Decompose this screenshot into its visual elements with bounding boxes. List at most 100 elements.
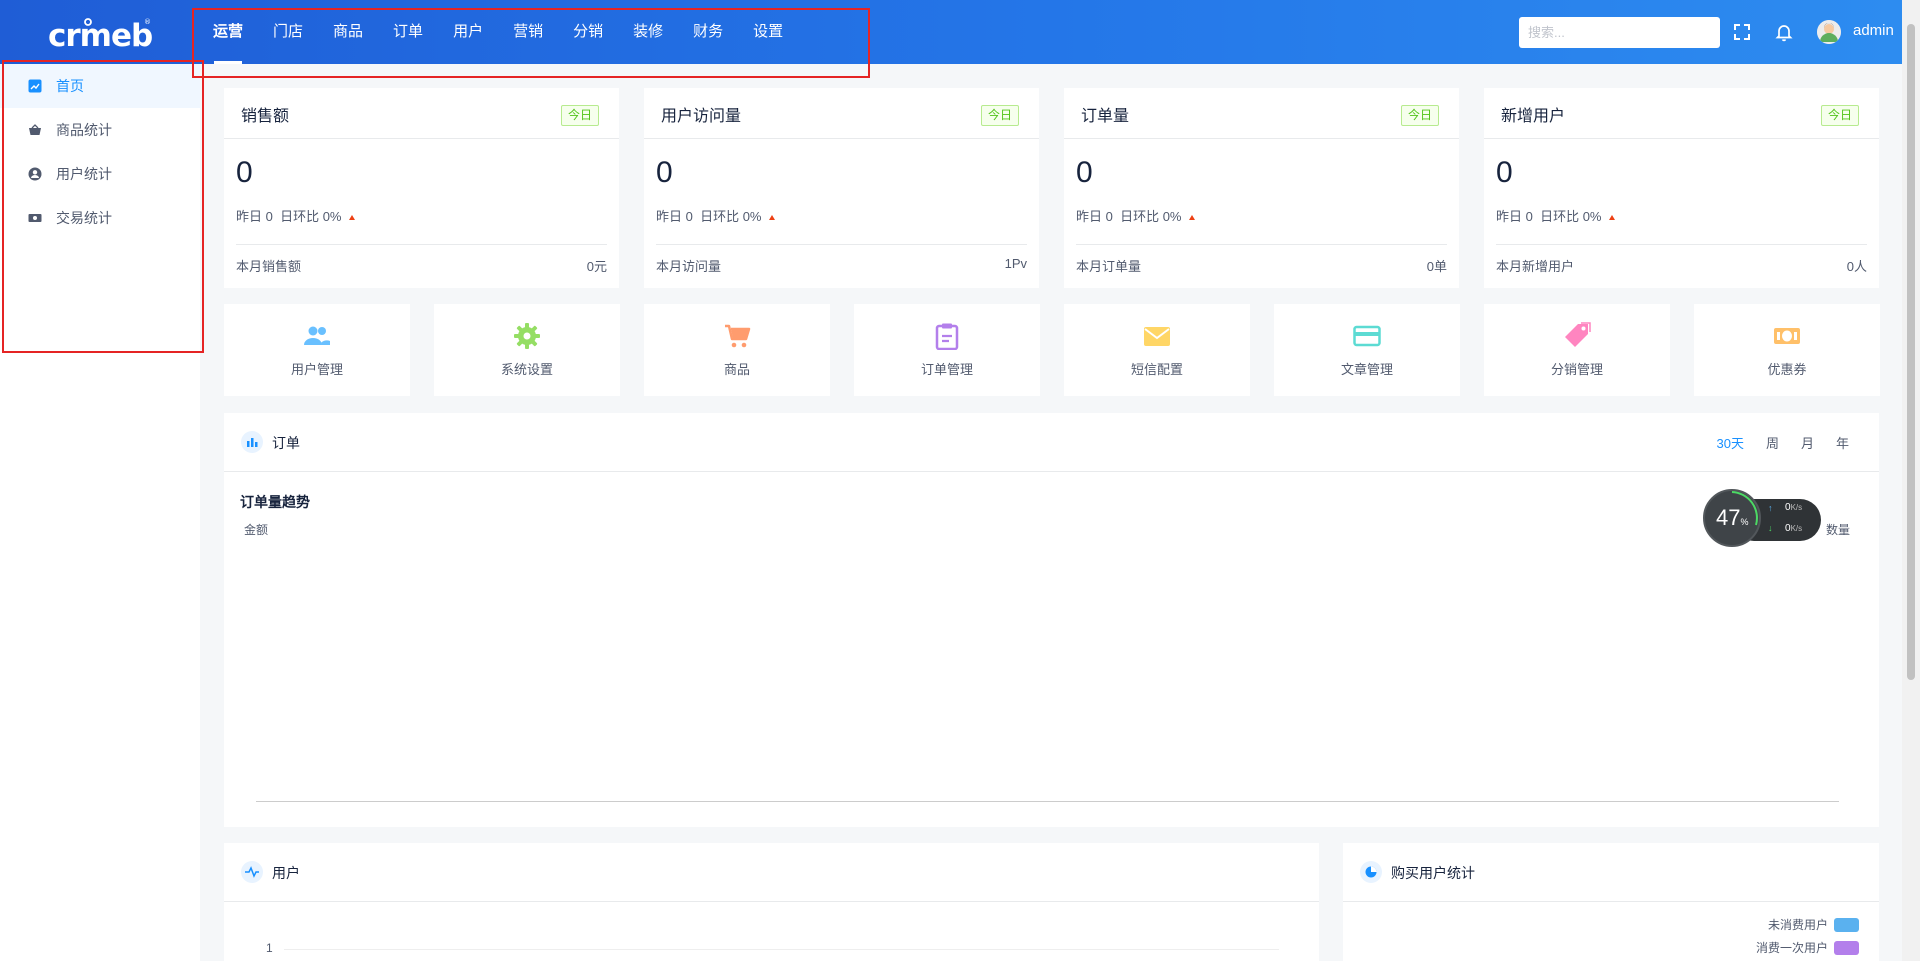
stat-title: 新增用户 [1501,108,1566,125]
stat-card-visits: 用户访问量 今日 0 昨日 0 日环比 0% 本月访问量 1Pv [644,88,1039,288]
stat-month-label: 本月订单量 [1076,259,1142,274]
quick-label: 短信配置 [1130,362,1183,377]
divider [1064,138,1459,139]
stat-month-value: 1Pv [1004,256,1027,271]
clipboard-icon [935,323,959,350]
legend-label: 消费一次用户 [1755,941,1828,955]
memory-gauge: 47% [1703,489,1761,547]
quick-label: 订单管理 [920,362,973,377]
stat-card-sales: 销售额 今日 0 昨日 0 日环比 0% 本月销售额 0元 [224,88,619,288]
quick-products[interactable]: 商品 [644,304,830,396]
divider [224,138,619,139]
chart-title: 订单量趋势 [240,494,310,510]
stat-title: 订单量 [1081,108,1130,125]
quick-order-management[interactable]: 订单管理 [854,304,1040,396]
divider [1076,244,1447,245]
nav-item-users[interactable]: 用户 [438,0,498,64]
stat-title: 用户访问量 [661,108,742,125]
quick-system-settings[interactable]: 系统设置 [434,304,620,396]
nav-item-store[interactable]: 门店 [258,0,318,64]
sidebar-item-label: 首页 [56,78,84,94]
sidebar-item-trade-stats[interactable]: 交易统计 [0,196,200,240]
legend-item[interactable]: 未消费用户 [1768,916,1859,933]
crmeb-logo[interactable]: crmeb ® [46,14,156,54]
search-input[interactable] [1519,17,1720,48]
quick-sms-config[interactable]: 短信配置 [1064,304,1250,396]
stat-yesterday: 昨日 0 [1496,209,1533,224]
nav-item-operations[interactable]: 运营 [198,0,258,64]
trend-up-icon [1189,215,1196,221]
stat-month-label: 本月访问量 [656,259,722,274]
right-axis-name: 数量 [1826,523,1851,537]
pulse-icon [241,861,263,883]
network-speed-widget[interactable]: 47% ↑ ↓ 0K/s 0K/s [1703,489,1821,547]
gauge-unit: % [1740,517,1749,527]
avatar-icon [1817,20,1841,44]
x-axis-line [256,801,1839,802]
left-axis-name: 金额 [244,523,269,537]
users-icon [304,326,330,345]
nav-item-products[interactable]: 商品 [318,0,378,64]
quick-coupons[interactable]: 优惠券 [1694,304,1880,396]
stat-ratio: 日环比 0% [1120,209,1182,224]
legend-item[interactable]: 消费一次用户 [1756,939,1859,956]
bell-icon[interactable] [1774,22,1794,42]
stat-yesterday: 昨日 0 [656,209,693,224]
fullscreen-icon[interactable] [1732,22,1752,42]
sidebar-item-product-stats[interactable]: 商品统计 [0,108,200,152]
pie-chart-icon [1360,861,1382,883]
range-tab-year[interactable]: 年 [1836,433,1849,452]
legend-swatch [1834,917,1859,932]
sidebar-item-label: 用户统计 [56,166,112,182]
divider [644,138,1039,139]
nav-item-settings[interactable]: 设置 [738,0,798,64]
today-badge: 今日 [560,105,599,126]
sidebar-item-home[interactable]: 首页 [0,64,200,108]
download-rate: 0K/s [1785,523,1802,534]
quick-label: 文章管理 [1340,362,1393,377]
nav-item-orders[interactable]: 订单 [378,0,438,64]
gear-icon [514,323,540,349]
stat-month: 本月订单量 0单 [1076,256,1447,275]
stat-yesterday: 昨日 0 [1076,209,1113,224]
nav-item-finance[interactable]: 财务 [678,0,738,64]
upload-rate: 0K/s [1785,502,1802,513]
quick-article-management[interactable]: 文章管理 [1274,304,1460,396]
sidebar-item-user-stats[interactable]: 用户统计 [0,152,200,196]
quick-label: 分销管理 [1550,362,1603,377]
sidebar-item-label: 商品统计 [56,122,112,138]
stat-compare: 昨日 0 日环比 0% [236,206,356,225]
stat-compare: 昨日 0 日环比 0% [656,206,776,225]
upload-arrow-icon: ↑ [1768,503,1773,513]
trend-up-icon [769,215,776,221]
card-icon [1353,325,1381,347]
quick-user-management[interactable]: 用户管理 [224,304,410,396]
user-panel: 用户 1 [224,843,1319,961]
stat-compare: 昨日 0 日环比 0% [1076,206,1196,225]
svg-text:®: ® [144,18,151,26]
basket-icon [29,124,41,135]
avatar[interactable] [1817,20,1841,44]
top-nav: 运营 门店 商品 订单 用户 营销 分销 装修 财务 设置 [198,0,798,64]
page-scrollbar[interactable] [1902,0,1920,961]
divider [236,244,607,245]
stat-title: 销售额 [241,108,290,125]
nav-item-decoration[interactable]: 装修 [618,0,678,64]
username[interactable]: admin [1853,22,1894,39]
trend-up-icon [349,215,356,221]
nav-item-distribution[interactable]: 分销 [558,0,618,64]
range-tab-month[interactable]: 月 [1801,433,1814,452]
quick-label: 用户管理 [290,362,343,377]
stat-value: 0 [656,156,673,189]
quick-distribution-management[interactable]: 分销管理 [1484,304,1670,396]
panel-title: 订单 [272,435,300,451]
nav-item-marketing[interactable]: 营销 [498,0,558,64]
today-badge: 今日 [1820,105,1859,126]
stat-ratio: 日环比 0% [280,209,342,224]
panel-header: 用户 [224,843,1319,902]
panel-title: 购买用户统计 [1391,865,1475,881]
range-tab-week[interactable]: 周 [1766,433,1779,452]
scrollbar-thumb[interactable] [1907,24,1915,680]
cart-icon [725,324,751,348]
range-tab-30days[interactable]: 30天 [1716,433,1743,452]
